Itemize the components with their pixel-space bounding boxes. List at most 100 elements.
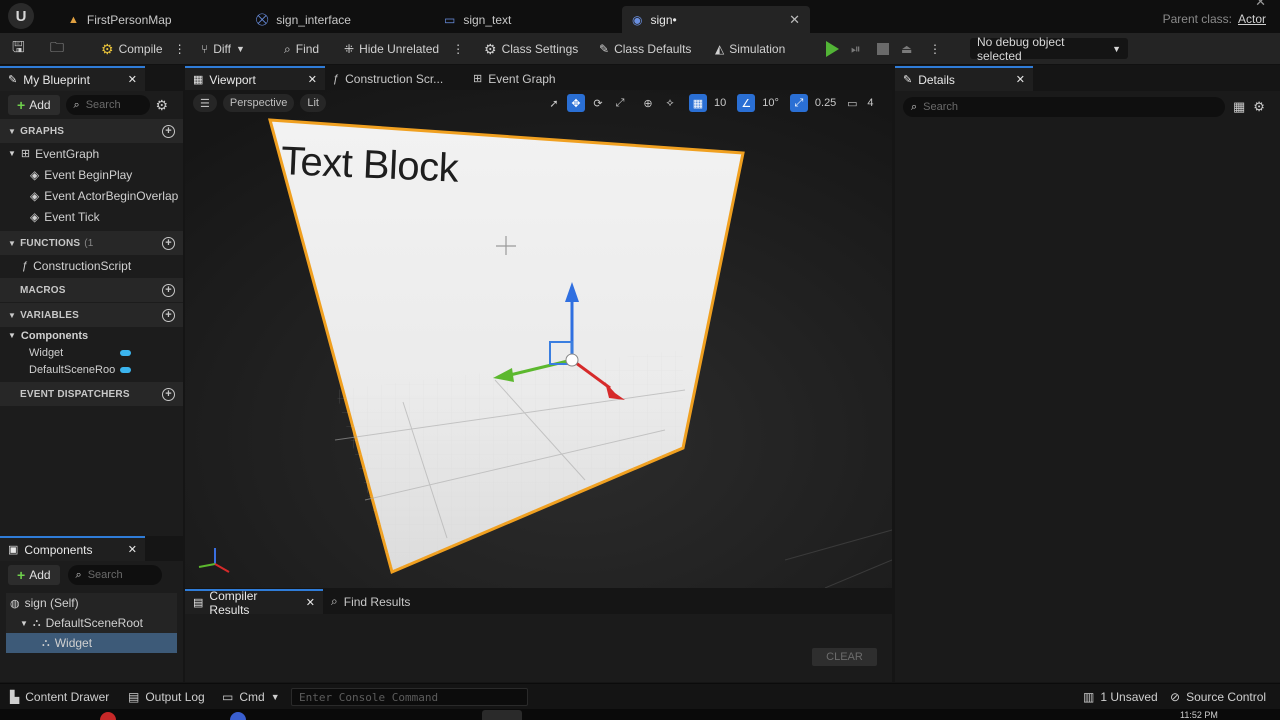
close-icon[interactable]: ✕ xyxy=(128,73,137,86)
tab-first-person-map[interactable]: ▲ FirstPersonMap xyxy=(58,6,182,33)
tab-label: Event Graph xyxy=(488,71,556,86)
component-widget[interactable]: ⛬ Widget xyxy=(6,633,177,653)
close-icon[interactable]: ✕ xyxy=(128,543,137,556)
tab-find-results[interactable]: ⌕ Find Results xyxy=(323,589,418,614)
chevron-down-icon: ▼ xyxy=(8,331,16,340)
add-macro-icon[interactable]: + xyxy=(162,283,175,297)
content-drawer-button[interactable]: ▙ Content Drawer xyxy=(10,684,109,710)
camera-speed-icon[interactable]: ▭ xyxy=(843,94,861,112)
rotation-snap-icon[interactable]: ∠ xyxy=(737,94,756,112)
tab-event-graph[interactable]: ⊞ Event Graph xyxy=(465,66,595,91)
simulation-button[interactable]: ◭ Simulation xyxy=(715,33,785,65)
tab-my-blueprint[interactable]: ✎ My Blueprint ✕ xyxy=(0,66,145,91)
more-options-icon[interactable]: ⋮ xyxy=(452,42,464,56)
app-icon[interactable] xyxy=(482,710,522,720)
tab-viewport[interactable]: ▦ Viewport ✕ xyxy=(185,66,325,91)
lit-button[interactable]: Lit xyxy=(300,94,326,112)
class-settings-button[interactable]: ⚙ Class Settings xyxy=(484,33,578,65)
tab-sign-interface[interactable]: ⛒ sign_interface xyxy=(246,6,361,33)
app-icon[interactable] xyxy=(100,712,116,720)
search-input[interactable]: ⌕ Search xyxy=(65,95,150,115)
class-defaults-button[interactable]: ✎ Class Defaults xyxy=(599,33,691,65)
output-log-label: Output Log xyxy=(145,690,205,704)
unreal-logo-icon[interactable]: U xyxy=(8,3,34,29)
table-view-icon[interactable]: ▦ xyxy=(1233,99,1245,115)
parent-class-link[interactable]: Actor xyxy=(1238,12,1266,26)
camera-speed-value[interactable]: 4 xyxy=(865,94,875,112)
grid-snap-icon[interactable]: ▦ xyxy=(689,94,707,112)
tab-sign[interactable]: ◉ sign• ✕ xyxy=(622,6,810,33)
rotation-snap-value[interactable]: 10° xyxy=(759,94,782,112)
surface-snap-icon[interactable]: ⟡ xyxy=(661,94,679,112)
app-icon[interactable] xyxy=(230,712,246,720)
step-button[interactable]: ⏯ xyxy=(851,33,861,65)
close-icon[interactable]: ✕ xyxy=(308,73,317,86)
world-space-icon[interactable]: ⊕ xyxy=(639,94,657,112)
tab-components[interactable]: ▣ Components ✕ xyxy=(0,536,145,561)
play-options-icon[interactable]: ⋮ xyxy=(929,33,941,65)
window-close-icon[interactable]: ✕ xyxy=(1255,0,1266,10)
scale-snap-icon[interactable]: ⤢ xyxy=(789,94,808,112)
add-component-button[interactable]: + Add xyxy=(8,565,60,585)
variables-components-category[interactable]: ▼ Components xyxy=(0,327,183,344)
gear-icon[interactable]: ⚙ xyxy=(1253,99,1265,115)
event-dispatchers-section[interactable]: EVENT DISPATCHERS + xyxy=(0,382,183,406)
chevron-down-icon: ▼ xyxy=(8,238,17,248)
cmd-select[interactable]: ▭ Cmd ▼ xyxy=(222,684,280,710)
macros-section[interactable]: MACROS + xyxy=(0,278,183,302)
play-button[interactable] xyxy=(826,33,839,65)
gear-icon[interactable]: ⚙ xyxy=(156,97,169,114)
add-button[interactable]: + Add xyxy=(8,95,60,115)
variables-section[interactable]: ▼ VARIABLES + xyxy=(0,303,183,327)
tab-compiler-results[interactable]: ▤ Compiler Results ✕ xyxy=(185,589,323,617)
translate-mode-icon[interactable]: ✥ xyxy=(567,94,585,112)
compile-options-icon[interactable]: ⋮ xyxy=(174,42,186,56)
component-search-input[interactable]: ⌕ Search xyxy=(67,565,162,585)
variable-item-default-scene-root[interactable]: DefaultSceneRoo xyxy=(0,361,183,378)
functions-section[interactable]: ▼ FUNCTIONS (1 + xyxy=(0,231,183,255)
viewport-menu-button[interactable]: ☰ xyxy=(193,94,217,112)
add-variable-icon[interactable]: + xyxy=(162,308,175,322)
rotate-mode-icon[interactable]: ⟳ xyxy=(589,94,607,112)
tree-item-event-graph[interactable]: ▼ ⊞ EventGraph xyxy=(0,143,183,164)
scale-snap-value[interactable]: 0.25 xyxy=(812,94,839,112)
clear-button[interactable]: CLEAR xyxy=(812,648,877,666)
tab-details[interactable]: ✎ Details ✕ xyxy=(895,66,1033,91)
source-control-button[interactable]: ⊘ Source Control xyxy=(1170,684,1266,710)
close-icon[interactable]: ✕ xyxy=(789,12,800,28)
tab-construction-script[interactable]: ƒ Construction Scr... xyxy=(325,66,465,91)
tree-item-event[interactable]: ◈ Event ActorBeginOverlap xyxy=(0,185,183,206)
search-icon: ⌕ xyxy=(73,98,80,111)
details-search-input[interactable]: ⌕ Search xyxy=(903,97,1225,117)
tree-item-construction-script[interactable]: ƒ ConstructionScript xyxy=(0,255,183,276)
add-function-icon[interactable]: + xyxy=(162,236,175,250)
add-dispatcher-icon[interactable]: + xyxy=(162,387,175,401)
find-button[interactable]: ⌕ Find xyxy=(284,33,319,65)
component-self[interactable]: ◍ sign (Self) xyxy=(6,593,177,613)
select-mode-icon[interactable]: ➚ xyxy=(545,94,563,112)
perspective-button[interactable]: Perspective xyxy=(222,94,295,112)
browse-button[interactable]: 🗀 xyxy=(50,33,64,65)
debug-object-select[interactable]: No debug object selected ▼ xyxy=(970,35,1128,63)
scale-mode-icon[interactable]: ⤢ xyxy=(611,94,629,112)
diff-button[interactable]: ⑂ Diff ▼ xyxy=(201,33,245,65)
variable-item-widget[interactable]: Widget xyxy=(0,344,183,361)
component-default-scene-root[interactable]: ▼ ⛬ DefaultSceneRoot xyxy=(6,613,177,633)
tree-item-event[interactable]: ◈ Event BeginPlay xyxy=(0,164,183,185)
stop-button[interactable] xyxy=(877,33,889,65)
eject-button[interactable]: ⏏ xyxy=(901,33,912,65)
hide-unrelated-button[interactable]: ⁜ Hide Unrelated ⋮ xyxy=(344,33,464,65)
add-graph-icon[interactable]: + xyxy=(162,124,175,138)
save-button[interactable]: 🖫 xyxy=(12,33,25,65)
unsaved-button[interactable]: ▥ 1 Unsaved xyxy=(1083,684,1158,710)
close-icon[interactable]: ✕ xyxy=(1016,73,1025,86)
tab-sign-text[interactable]: ▭ sign_text xyxy=(434,6,521,33)
output-log-button[interactable]: ▤ Output Log xyxy=(128,684,205,710)
close-icon[interactable]: ✕ xyxy=(306,596,315,609)
grid-snap-value[interactable]: 10 xyxy=(711,94,729,112)
console-input[interactable]: Enter Console Command xyxy=(291,688,528,706)
tree-item-event[interactable]: ◈ Event Tick xyxy=(0,206,183,227)
compile-button[interactable]: ⚙ Compile ⋮ xyxy=(101,33,186,65)
graphs-section[interactable]: ▼ GRAPHS + xyxy=(0,119,183,143)
viewport[interactable]: Text Block ☰ Perspective Lit ➚ ✥ ⟳ ⤢ ⊕ ⟡… xyxy=(185,90,892,588)
